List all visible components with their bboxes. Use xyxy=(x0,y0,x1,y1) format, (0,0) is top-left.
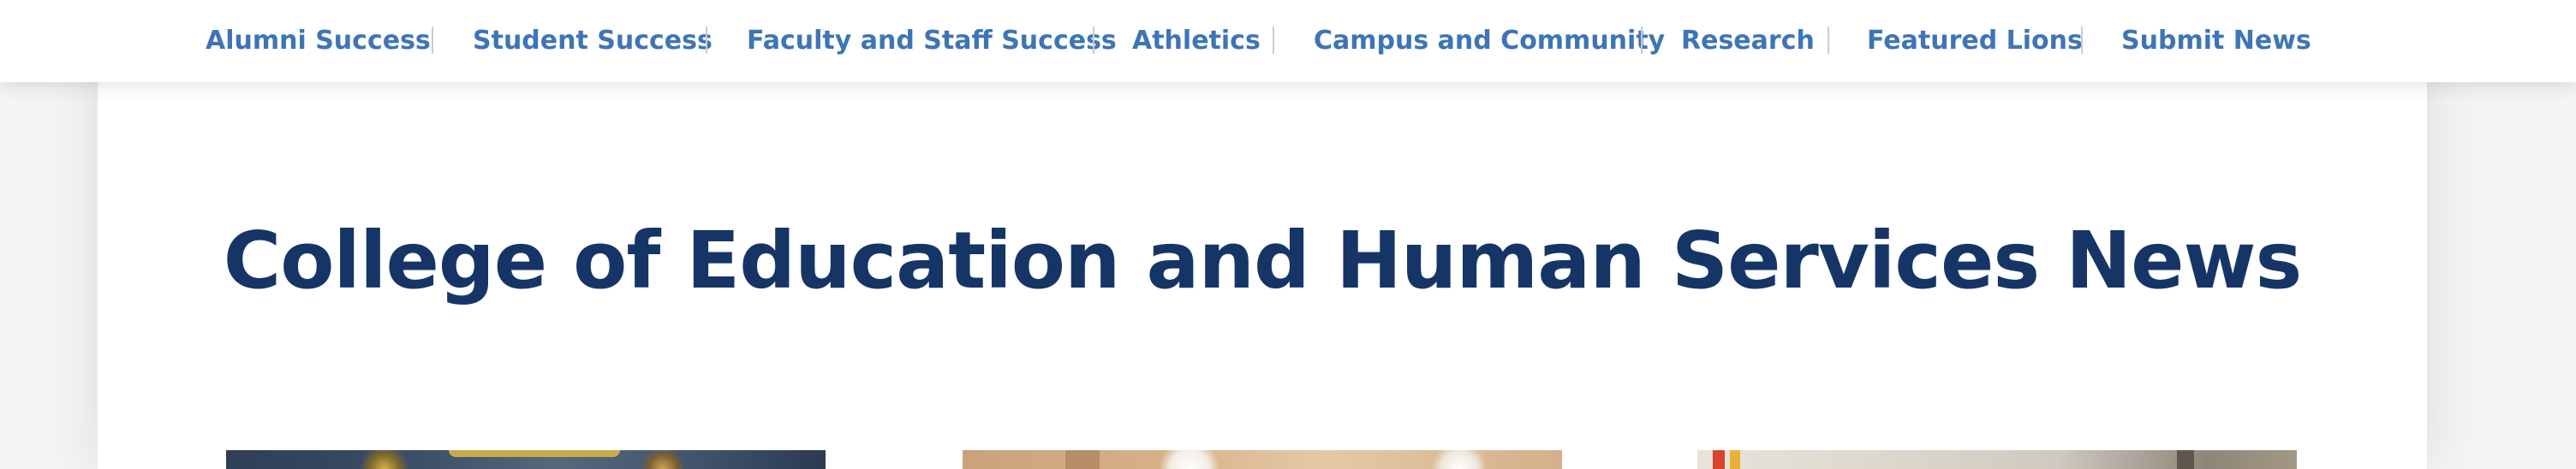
top-navigation-bar: Alumni Success Student Success Faculty a… xyxy=(0,0,2576,82)
page-title: College of Education and Human Services … xyxy=(223,215,2303,306)
article-image-3[interactable] xyxy=(1697,450,2297,469)
nav-item-research[interactable]: Research xyxy=(1681,24,1815,58)
nav-divider xyxy=(1641,27,1643,54)
nav-item-faculty-and-staff-success[interactable]: Faculty and Staff Success xyxy=(747,24,1117,58)
article-image-2[interactable] xyxy=(963,450,1562,469)
nav-divider xyxy=(2081,27,2083,54)
coffee-cup-icon xyxy=(1425,450,1494,469)
nav-divider xyxy=(1093,27,1094,54)
nav-item-campus-and-community[interactable]: Campus and Community xyxy=(1314,24,1665,58)
nav-list: Alumni Success Student Success Faculty a… xyxy=(0,0,2576,82)
book-spine-shape xyxy=(1730,450,1740,469)
nav-item-student-success[interactable]: Student Success xyxy=(473,24,713,58)
book-spine-shape xyxy=(1713,450,1725,469)
nav-divider xyxy=(1828,27,1829,54)
nav-divider xyxy=(432,27,433,54)
emblem-icon xyxy=(637,450,689,469)
nav-item-featured-lions[interactable]: Featured Lions xyxy=(1867,24,2083,58)
banner-shape xyxy=(449,450,620,457)
nav-item-submit-news[interactable]: Submit News xyxy=(2121,24,2311,58)
desk-object-shape xyxy=(1065,450,1100,469)
emblem-icon xyxy=(355,450,414,469)
nav-divider xyxy=(1273,27,1274,54)
coffee-cup-icon xyxy=(1151,450,1228,469)
doorframe-shape xyxy=(2177,450,2194,469)
nav-item-alumni-success[interactable]: Alumni Success xyxy=(206,24,431,58)
nav-divider xyxy=(706,27,707,54)
article-image-1[interactable] xyxy=(226,450,826,469)
nav-item-athletics[interactable]: Athletics xyxy=(1132,24,1261,58)
